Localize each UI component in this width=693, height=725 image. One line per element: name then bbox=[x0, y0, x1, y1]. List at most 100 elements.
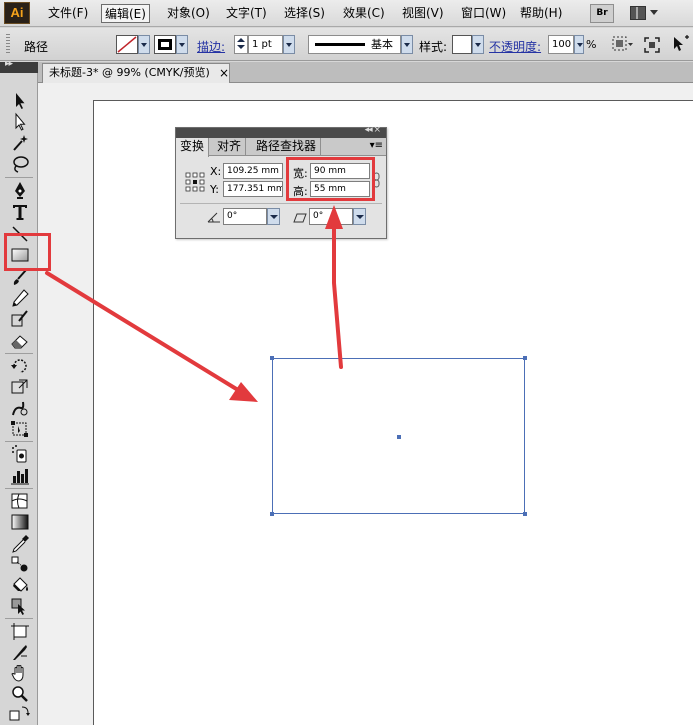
zoom-tool[interactable] bbox=[9, 684, 31, 704]
direct-selection-tool[interactable] bbox=[9, 112, 31, 132]
column-graph-tool[interactable] bbox=[9, 466, 31, 486]
type-tool[interactable] bbox=[9, 202, 31, 222]
gradient-icon bbox=[11, 514, 29, 530]
fill-stroke-swap[interactable] bbox=[9, 704, 31, 724]
eraser-tool[interactable] bbox=[9, 331, 31, 351]
free-transform-tool[interactable] bbox=[9, 419, 31, 439]
selection-tool[interactable] bbox=[9, 91, 31, 111]
fill-dropdown[interactable] bbox=[138, 35, 150, 54]
y-position-field[interactable]: 177.351 mm bbox=[223, 181, 283, 197]
opacity-panel-link[interactable]: 不透明度: bbox=[489, 38, 541, 55]
tab-transform[interactable]: 变换 bbox=[176, 138, 210, 157]
document-tab-bar: 未标题-3* @ 99% (CMYK/预览) × bbox=[38, 62, 693, 83]
stroke-dropdown[interactable] bbox=[176, 35, 188, 54]
pen-tool[interactable] bbox=[9, 180, 31, 200]
column-graph-icon bbox=[11, 469, 29, 485]
menu-edit[interactable]: 编辑(E) bbox=[101, 4, 150, 23]
selected-rectangle[interactable] bbox=[270, 356, 527, 516]
control-bar-grip[interactable] bbox=[6, 34, 10, 54]
live-paint-bucket-tool[interactable] bbox=[9, 575, 31, 595]
stroke-weight-stepper[interactable] bbox=[234, 35, 248, 54]
live-paint-selection-icon bbox=[11, 598, 25, 615]
collapse-panel-icon[interactable]: ◂◂ × bbox=[365, 125, 381, 135]
menu-window[interactable]: 窗口(W) bbox=[458, 4, 509, 23]
magic-wand-tool[interactable] bbox=[9, 133, 31, 153]
collapse-panel-icon[interactable]: ▸▸ bbox=[5, 59, 13, 69]
brush-profile-field[interactable]: 基本 bbox=[308, 35, 401, 54]
hand-tool[interactable] bbox=[9, 663, 31, 683]
scale-icon bbox=[11, 379, 28, 394]
rotate-angle-dropdown[interactable] bbox=[267, 208, 280, 225]
tab-align[interactable]: 对齐 bbox=[213, 138, 247, 156]
tools-panel-header[interactable]: ▸▸ bbox=[0, 59, 38, 73]
panel-menu-icon[interactable]: ▾≡ bbox=[370, 140, 383, 151]
close-icon[interactable]: × bbox=[219, 65, 229, 81]
artboard-tool[interactable] bbox=[9, 621, 31, 641]
opacity-dropdown[interactable] bbox=[574, 35, 584, 54]
slice-knife-icon bbox=[13, 645, 27, 660]
menu-object[interactable]: 对象(O) bbox=[164, 4, 213, 23]
transform-panel-header[interactable]: ◂◂ × bbox=[176, 125, 386, 138]
isolate-selected-button[interactable] bbox=[644, 37, 660, 53]
stroke-swatch[interactable] bbox=[154, 35, 176, 54]
bridge-button[interactable]: Br bbox=[590, 4, 614, 23]
lasso-icon bbox=[13, 156, 29, 173]
shear-angle-field[interactable]: 0° bbox=[309, 208, 353, 225]
selection-handle[interactable] bbox=[270, 356, 274, 360]
eyedropper-tool[interactable] bbox=[9, 533, 31, 553]
menu-effect[interactable]: 效果(C) bbox=[340, 4, 388, 23]
symbol-sprayer-icon bbox=[12, 445, 27, 463]
shear-angle-dropdown[interactable] bbox=[353, 208, 366, 225]
stroke-weight-dropdown[interactable] bbox=[283, 35, 295, 54]
direct-selection-icon bbox=[15, 112, 26, 131]
selection-handle[interactable] bbox=[270, 512, 274, 516]
selection-arrow-icon bbox=[16, 93, 25, 109]
symbol-sprayer-tool[interactable] bbox=[9, 444, 31, 464]
blend-tool[interactable] bbox=[9, 554, 31, 574]
warp-tool[interactable] bbox=[9, 398, 31, 418]
reference-point-locator[interactable] bbox=[185, 172, 205, 192]
arrange-documents-button[interactable] bbox=[628, 4, 660, 23]
pencil-tool[interactable] bbox=[9, 288, 31, 308]
mesh-icon bbox=[11, 493, 28, 509]
rotate-angle-icon bbox=[207, 211, 221, 223]
rotate-tool[interactable] bbox=[9, 356, 31, 376]
menu-view[interactable]: 视图(V) bbox=[399, 4, 447, 23]
menu-file[interactable]: 文件(F) bbox=[45, 4, 91, 23]
brush-profile-dropdown[interactable] bbox=[401, 35, 413, 54]
rotate-angle-field[interactable]: 0° bbox=[223, 208, 267, 225]
menu-help[interactable]: 帮助(H) bbox=[517, 4, 565, 23]
scale-tool[interactable] bbox=[9, 377, 31, 397]
graphic-style-swatch[interactable] bbox=[452, 35, 472, 54]
x-position-field[interactable]: 109.25 mm bbox=[223, 163, 283, 179]
hand-icon bbox=[11, 665, 24, 682]
opacity-field[interactable]: 100 bbox=[548, 35, 574, 54]
gradient-tool[interactable] bbox=[9, 512, 31, 532]
arrange-documents-icon bbox=[630, 6, 646, 20]
blob-brush-tool[interactable] bbox=[9, 309, 31, 329]
slice-tool[interactable] bbox=[9, 642, 31, 662]
stroke-weight-field[interactable]: 1 pt bbox=[248, 35, 283, 54]
pencil-icon bbox=[12, 289, 29, 307]
menu-select[interactable]: 选择(S) bbox=[281, 4, 328, 23]
menu-type[interactable]: 文字(T) bbox=[223, 4, 270, 23]
tab-pathfinder[interactable]: 路径查找器 bbox=[252, 138, 322, 156]
recolor-artwork-button[interactable] bbox=[612, 36, 633, 53]
selection-handle[interactable] bbox=[523, 356, 527, 360]
warp-icon bbox=[12, 401, 28, 416]
stroke-panel-link[interactable]: 描边: bbox=[197, 38, 225, 55]
tool-separator bbox=[5, 488, 33, 489]
fill-swatch[interactable] bbox=[116, 35, 138, 54]
graphic-style-dropdown[interactable] bbox=[472, 35, 484, 54]
lasso-tool[interactable] bbox=[9, 154, 31, 174]
mesh-tool[interactable] bbox=[9, 491, 31, 511]
document-tab-title: 未标题-3* @ 99% (CMYK/预览) bbox=[49, 66, 210, 79]
live-paint-selection-tool[interactable] bbox=[9, 596, 31, 616]
document-tab[interactable]: 未标题-3* @ 99% (CMYK/预览) × bbox=[42, 63, 230, 83]
object-type-label: 路径 bbox=[24, 40, 49, 54]
selection-handle[interactable] bbox=[523, 512, 527, 516]
control-bar: 路径 描边: 1 pt 基本 样式: 不透明度: 100 % bbox=[0, 28, 693, 61]
size-fields-highlight bbox=[286, 157, 375, 201]
cursor-options-button[interactable] bbox=[671, 34, 691, 54]
type-t-icon bbox=[13, 205, 27, 220]
